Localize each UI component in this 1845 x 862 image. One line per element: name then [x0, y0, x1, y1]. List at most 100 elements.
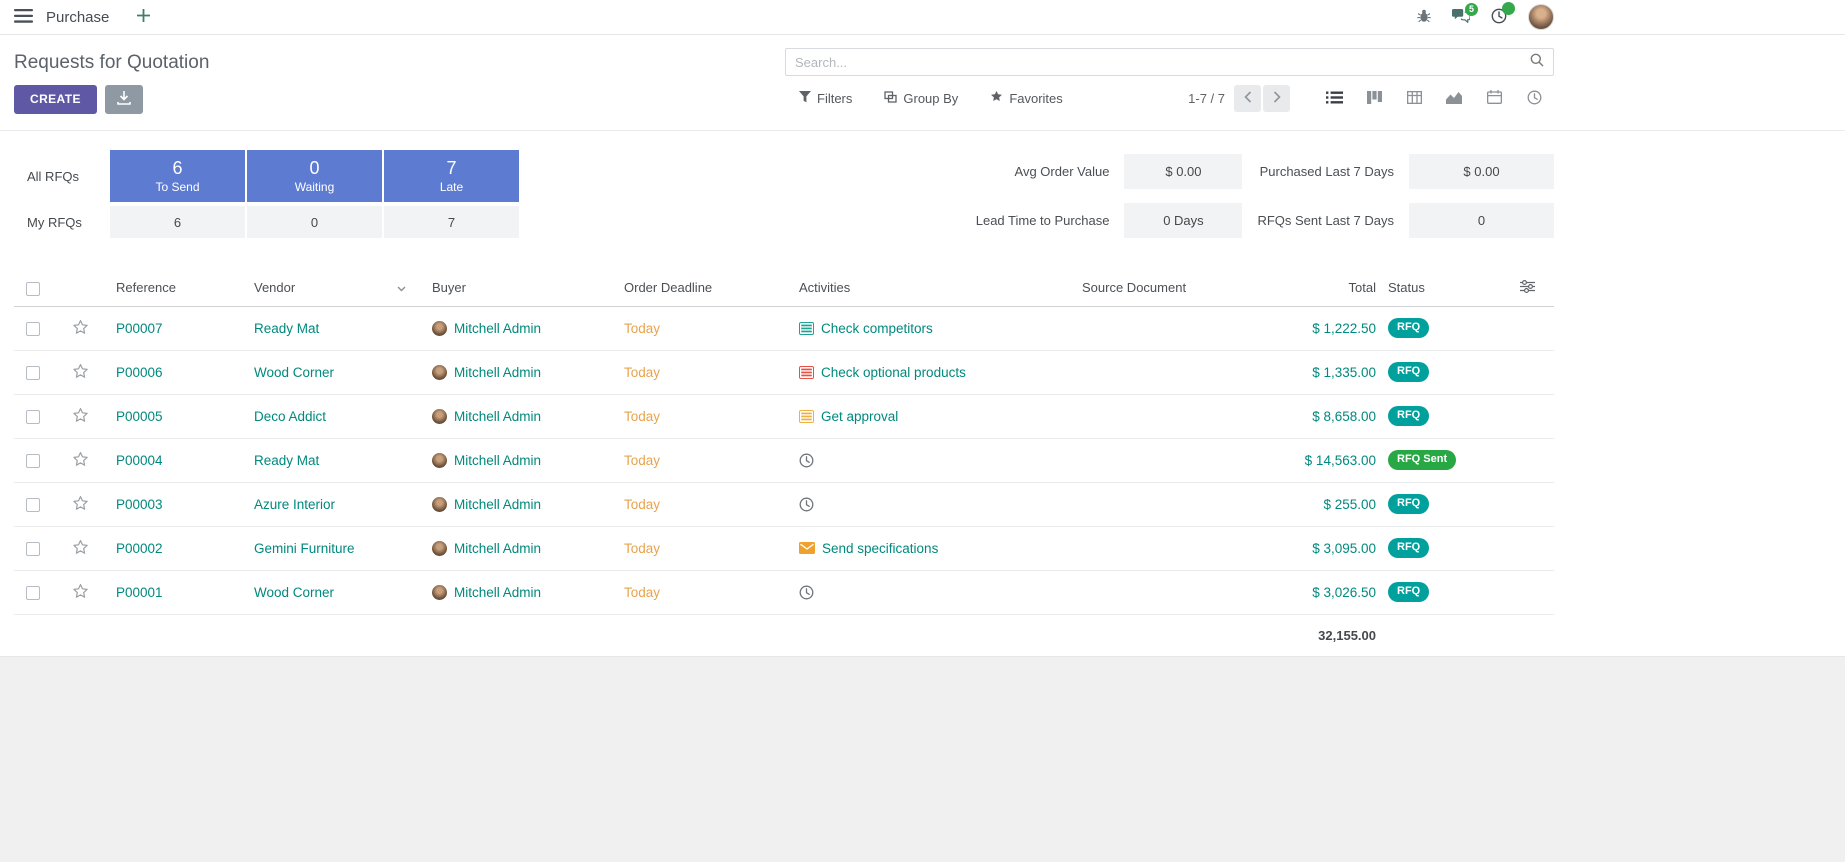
tile-late[interactable]: 7 Late	[384, 150, 519, 202]
activity-state-icon[interactable]	[799, 453, 814, 468]
reference-cell[interactable]: P00003	[110, 482, 248, 526]
favorite-toggle[interactable]	[72, 363, 89, 379]
source-document-cell[interactable]	[1076, 438, 1279, 482]
order-deadline-cell[interactable]: Today	[618, 350, 793, 394]
search-icon[interactable]	[1530, 53, 1544, 72]
col-order-deadline[interactable]: Order Deadline	[618, 270, 793, 306]
activity-cell[interactable]: Send specifications	[793, 526, 1076, 570]
optional-columns-button[interactable]	[1500, 270, 1554, 306]
activity-cell[interactable]: Get approval	[793, 394, 1076, 438]
source-document-cell[interactable]	[1076, 526, 1279, 570]
buyer-cell[interactable]: Mitchell Admin	[426, 570, 618, 614]
apps-menu-button[interactable]	[14, 9, 33, 26]
activity-state-icon[interactable]	[799, 542, 815, 554]
my-to-send-count[interactable]: 6	[110, 206, 245, 238]
row-checkbox[interactable]	[26, 498, 40, 512]
table-row[interactable]: P00006 Wood Corner Mitchell Admin Today	[14, 350, 1554, 394]
activities-button[interactable]	[1491, 8, 1507, 27]
activity-cell[interactable]	[793, 438, 1076, 482]
activity-cell[interactable]: Check competitors	[793, 306, 1076, 350]
vendor-cell[interactable]: Wood Corner	[248, 570, 426, 614]
reference-cell[interactable]: P00007	[110, 306, 248, 350]
filters-button[interactable]: Filters	[799, 91, 852, 106]
col-status[interactable]: Status	[1382, 270, 1500, 306]
select-all-checkbox[interactable]	[26, 282, 40, 296]
activity-cell[interactable]	[793, 482, 1076, 526]
new-tab-button[interactable]	[137, 9, 150, 25]
order-deadline-cell[interactable]: Today	[618, 526, 793, 570]
vendor-cell[interactable]: Wood Corner	[248, 350, 426, 394]
calendar-view-button[interactable]	[1474, 84, 1514, 113]
activity-state-icon[interactable]	[799, 497, 814, 512]
total-cell[interactable]: $ 3,095.00	[1279, 526, 1382, 570]
row-checkbox[interactable]	[26, 366, 40, 380]
my-waiting-count[interactable]: 0	[247, 206, 382, 238]
buyer-cell[interactable]: Mitchell Admin	[426, 526, 618, 570]
create-button[interactable]: CREATE	[14, 85, 97, 114]
vendor-cell[interactable]: Gemini Furniture	[248, 526, 426, 570]
col-vendor[interactable]: Vendor	[248, 270, 426, 306]
table-row[interactable]: P00002 Gemini Furniture Mitchell Admin T…	[14, 526, 1554, 570]
debug-button[interactable]	[1417, 9, 1431, 26]
col-reference[interactable]: Reference	[110, 270, 248, 306]
favorite-toggle[interactable]	[72, 407, 89, 423]
col-activities[interactable]: Activities	[793, 270, 1076, 306]
list-view-button[interactable]	[1314, 84, 1354, 113]
activity-state-icon[interactable]	[799, 322, 814, 335]
order-deadline-cell[interactable]: Today	[618, 482, 793, 526]
search-input[interactable]	[795, 55, 1530, 70]
table-row[interactable]: P00001 Wood Corner Mitchell Admin Today	[14, 570, 1554, 614]
table-row[interactable]: P00005 Deco Addict Mitchell Admin Today	[14, 394, 1554, 438]
buyer-cell[interactable]: Mitchell Admin	[426, 482, 618, 526]
source-document-cell[interactable]	[1076, 394, 1279, 438]
vendor-cell[interactable]: Deco Addict	[248, 394, 426, 438]
total-cell[interactable]: $ 14,563.00	[1279, 438, 1382, 482]
source-document-cell[interactable]	[1076, 482, 1279, 526]
row-checkbox[interactable]	[26, 410, 40, 424]
order-deadline-cell[interactable]: Today	[618, 438, 793, 482]
source-document-cell[interactable]	[1076, 306, 1279, 350]
pivot-view-button[interactable]	[1394, 84, 1434, 113]
app-name[interactable]: Purchase	[46, 9, 109, 26]
total-cell[interactable]: $ 8,658.00	[1279, 394, 1382, 438]
row-checkbox[interactable]	[26, 322, 40, 336]
reference-cell[interactable]: P00006	[110, 350, 248, 394]
total-cell[interactable]: $ 3,026.50	[1279, 570, 1382, 614]
activity-cell[interactable]: Check optional products	[793, 350, 1076, 394]
row-checkbox[interactable]	[26, 454, 40, 468]
order-deadline-cell[interactable]: Today	[618, 570, 793, 614]
total-cell[interactable]: $ 255.00	[1279, 482, 1382, 526]
kanban-view-button[interactable]	[1354, 84, 1394, 113]
reference-cell[interactable]: P00002	[110, 526, 248, 570]
favorite-toggle[interactable]	[72, 495, 89, 511]
total-cell[interactable]: $ 1,222.50	[1279, 306, 1382, 350]
order-deadline-cell[interactable]: Today	[618, 306, 793, 350]
vendor-cell[interactable]: Ready Mat	[248, 438, 426, 482]
favorite-toggle[interactable]	[72, 451, 89, 467]
row-checkbox[interactable]	[26, 542, 40, 556]
buyer-cell[interactable]: Mitchell Admin	[426, 306, 618, 350]
reference-cell[interactable]: P00004	[110, 438, 248, 482]
buyer-cell[interactable]: Mitchell Admin	[426, 438, 618, 482]
activity-cell[interactable]	[793, 570, 1076, 614]
table-row[interactable]: P00003 Azure Interior Mitchell Admin Tod…	[14, 482, 1554, 526]
buyer-cell[interactable]: Mitchell Admin	[426, 350, 618, 394]
favorite-toggle[interactable]	[72, 319, 89, 335]
row-checkbox[interactable]	[26, 586, 40, 600]
activity-view-button[interactable]	[1514, 84, 1554, 113]
user-avatar[interactable]	[1528, 4, 1554, 30]
favorite-toggle[interactable]	[72, 583, 89, 599]
favorite-toggle[interactable]	[72, 539, 89, 555]
col-buyer[interactable]: Buyer	[426, 270, 618, 306]
export-button[interactable]	[105, 85, 143, 114]
activity-state-icon[interactable]	[799, 366, 814, 379]
order-deadline-cell[interactable]: Today	[618, 394, 793, 438]
total-cell[interactable]: $ 1,335.00	[1279, 350, 1382, 394]
pager-previous-button[interactable]	[1234, 85, 1261, 112]
activity-state-icon[interactable]	[799, 585, 814, 600]
group-by-button[interactable]: Group By	[884, 91, 958, 106]
table-row[interactable]: P00007 Ready Mat Mitchell Admin Today	[14, 306, 1554, 350]
tile-waiting[interactable]: 0 Waiting	[247, 150, 382, 202]
table-row[interactable]: P00004 Ready Mat Mitchell Admin Today	[14, 438, 1554, 482]
reference-cell[interactable]: P00001	[110, 570, 248, 614]
